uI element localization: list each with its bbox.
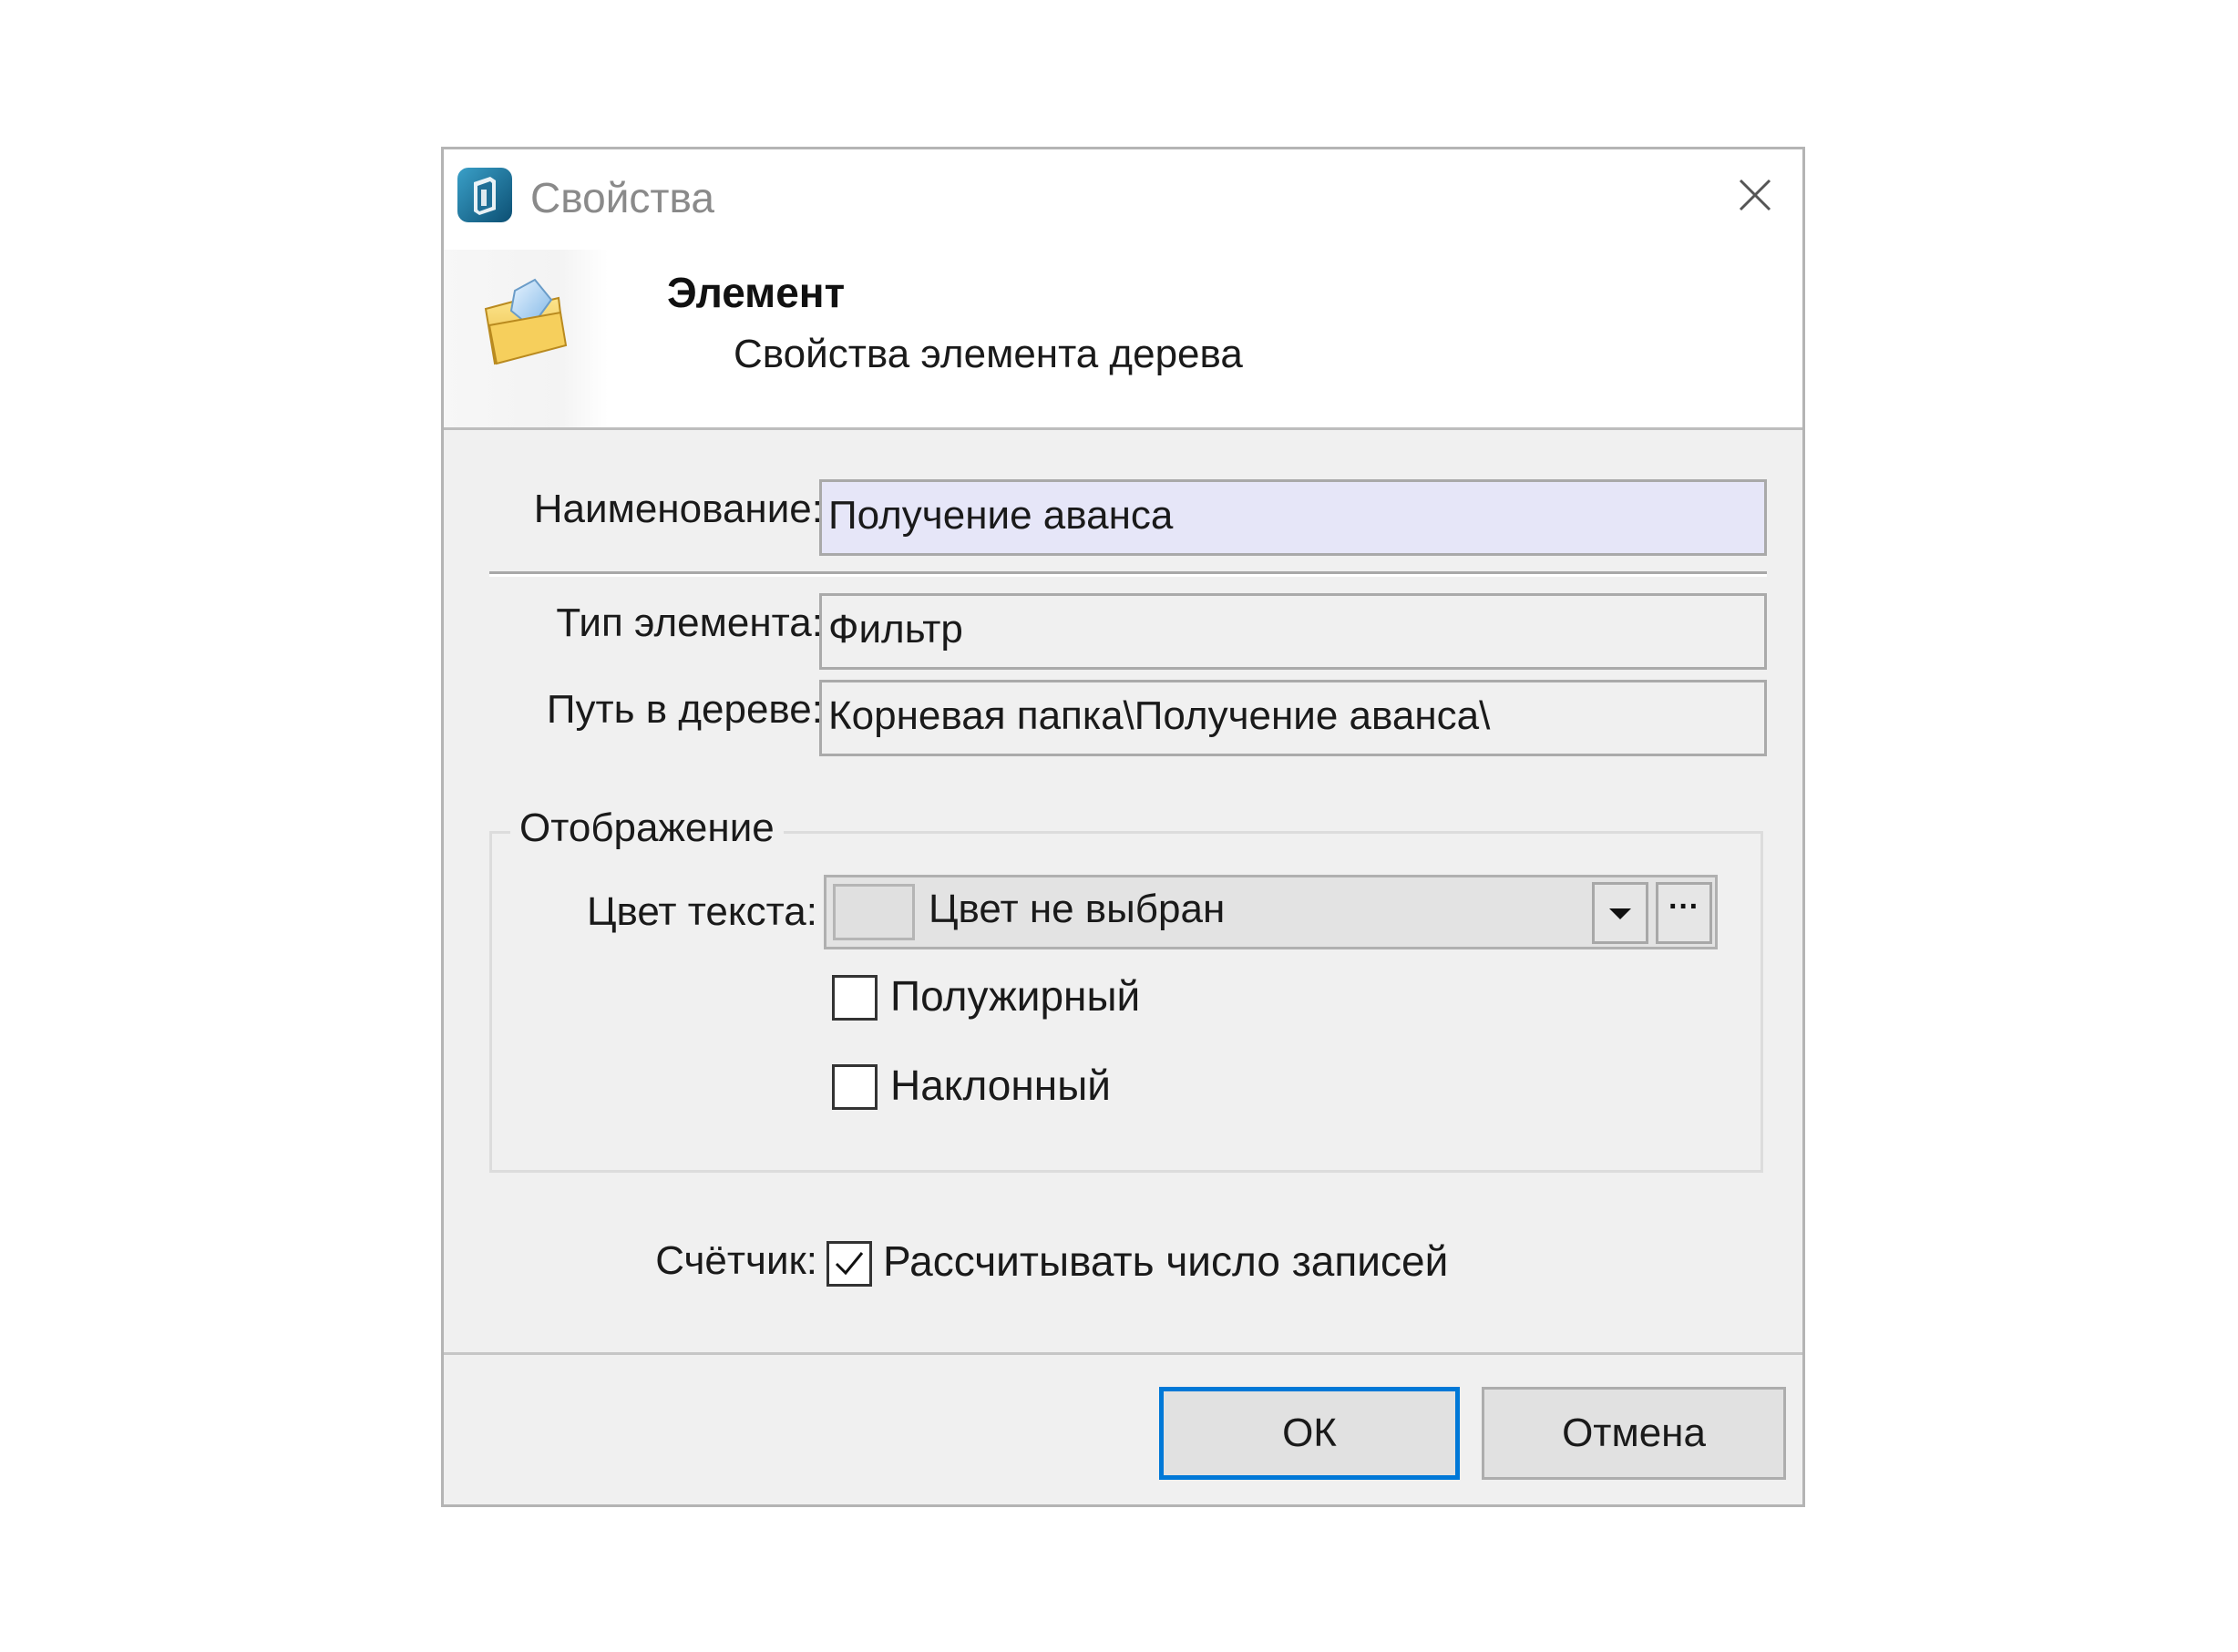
header-icon-area <box>444 250 608 427</box>
text-color-label: Цвет текста: <box>586 889 817 934</box>
italic-checkbox[interactable] <box>832 1064 878 1110</box>
path-label: Путь в дереве: <box>546 687 823 732</box>
text-color-combo[interactable]: Цвет не выбран ··· <box>824 875 1718 949</box>
chevron-down-icon <box>1609 908 1631 919</box>
more-button[interactable]: ··· <box>1656 882 1712 944</box>
path-field[interactable]: Корневая папка\Получение аванса\ <box>819 680 1767 756</box>
header-banner: Элемент Свойства элемента дерева <box>444 250 1802 430</box>
name-field[interactable]: Получение аванса <box>819 479 1767 556</box>
window-title: Свойства <box>530 174 714 221</box>
text-color-value: Цвет не выбран <box>929 887 1226 931</box>
cancel-button[interactable]: Отмена <box>1482 1387 1786 1480</box>
folder-element-icon <box>484 278 568 365</box>
italic-label[interactable]: Наклонный <box>890 1061 1111 1110</box>
bold-checkbox[interactable] <box>832 975 878 1021</box>
color-swatch <box>833 884 915 940</box>
counter-checkbox-label[interactable]: Рассчитывать число записей <box>883 1236 1448 1286</box>
bold-label[interactable]: Полужирный <box>890 971 1140 1021</box>
type-label: Тип элемента: <box>556 600 823 645</box>
header-title: Элемент <box>667 269 846 316</box>
app-logo-icon <box>457 168 512 222</box>
name-label: Наименование: <box>533 487 823 531</box>
header-subtitle: Свойства элемента дерева <box>734 332 1243 376</box>
separator-line <box>489 571 1767 574</box>
ok-button[interactable]: ОК <box>1159 1387 1460 1480</box>
footer-separator <box>444 1352 1802 1355</box>
close-icon[interactable] <box>1728 168 1782 222</box>
counter-label: Счётчик: <box>655 1238 817 1283</box>
properties-dialog: Свойства Элемент Свойства элемента дерев… <box>441 147 1805 1507</box>
checkmark-icon <box>835 1252 864 1276</box>
title-bar: Свойства <box>444 149 1802 250</box>
dropdown-button[interactable] <box>1592 882 1648 944</box>
counter-checkbox[interactable] <box>826 1241 872 1287</box>
display-group-legend: Отображение <box>510 805 784 851</box>
type-field[interactable]: Фильтр <box>819 593 1767 670</box>
